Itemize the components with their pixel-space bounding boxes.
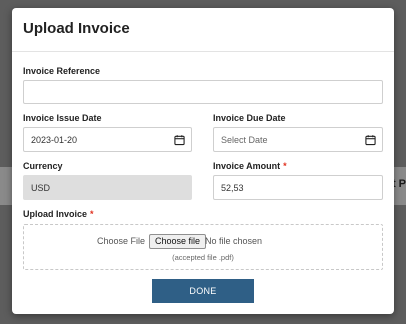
upload-invoice-label: Upload Invoice * [23,209,94,219]
required-mark: * [90,209,94,219]
background-partial-text: t P [391,178,406,190]
header-divider [12,51,394,52]
invoice-reference-input[interactable] [23,80,383,104]
due-date-label: Invoice Due Date [213,113,286,123]
issue-date-value: 2023-01-20 [31,134,78,145]
modal-title: Upload Invoice [23,20,130,37]
invoice-amount-input[interactable]: 52,53 [213,175,383,200]
no-file-chosen-text: No file chosen [205,236,263,246]
invoice-amount-value: 52,53 [221,182,244,193]
upload-dropzone[interactable]: Choose File Choose file No file chosen (… [23,224,383,270]
due-date-input[interactable]: Select Date [213,127,383,152]
issue-date-label: Invoice Issue Date [23,113,102,123]
choose-file-label: Choose File [97,236,146,246]
invoice-amount-label-text: Invoice Amount [213,161,281,171]
currency-value: USD [31,182,51,193]
accepted-file-hint: (accepted file .pdf) [172,253,234,262]
invoice-reference-label: Invoice Reference [23,66,101,76]
choose-file-button[interactable]: Choose file [149,234,207,249]
calendar-icon[interactable] [365,134,376,145]
done-button[interactable]: DONE [152,279,254,303]
due-date-placeholder: Select Date [221,134,268,145]
upload-invoice-modal: Upload Invoice Invoice Reference Invoice… [12,8,394,314]
currency-field: USD [23,175,192,200]
calendar-icon[interactable] [174,134,185,145]
invoice-amount-label: Invoice Amount * [213,161,287,171]
currency-label: Currency [23,161,63,171]
upload-invoice-label-text: Upload Invoice [23,209,88,219]
required-mark: * [283,161,287,171]
issue-date-input[interactable]: 2023-01-20 [23,127,192,152]
